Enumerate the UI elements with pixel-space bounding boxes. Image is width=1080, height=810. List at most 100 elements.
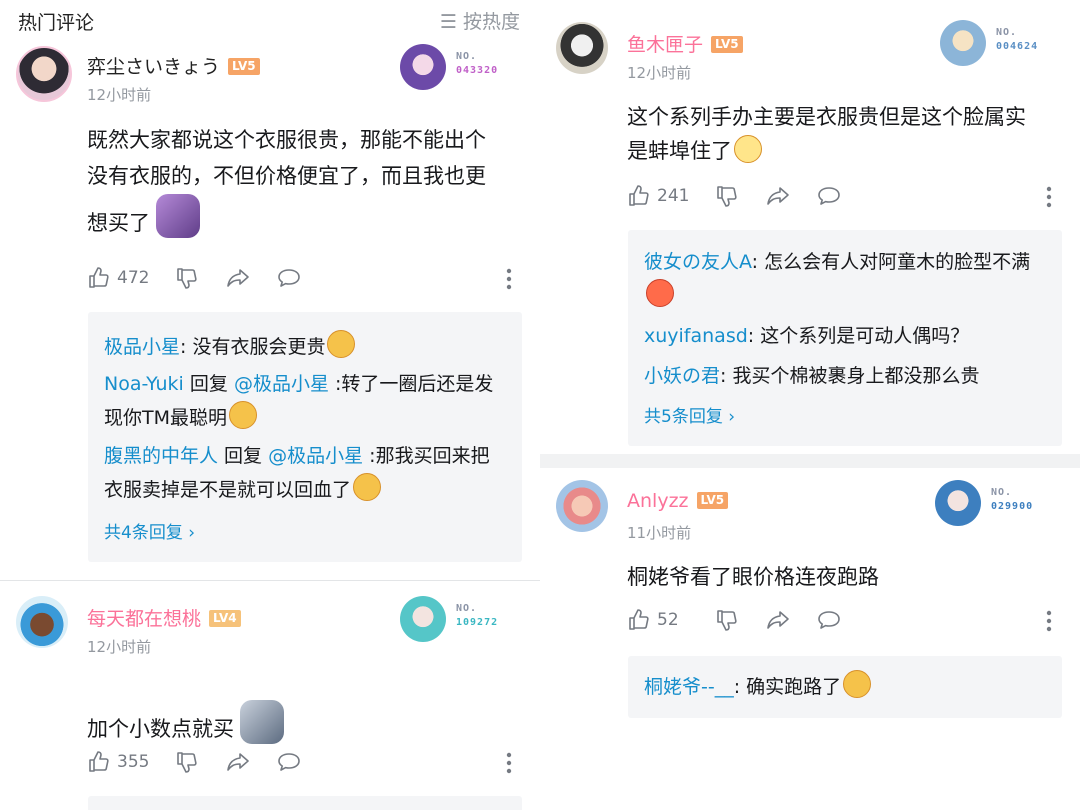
comment-actions: 241 bbox=[627, 184, 1060, 212]
share-icon bbox=[227, 753, 249, 771]
comment-actions: 355 bbox=[87, 750, 520, 778]
reply-username[interactable]: 小妖の君 bbox=[644, 365, 720, 387]
reply-item: 彼女の友人A: 怎么会有人对阿童木的脸型不满 bbox=[644, 246, 1048, 313]
dislike-button[interactable] bbox=[715, 184, 739, 208]
share-button[interactable] bbox=[225, 750, 251, 774]
section-gap bbox=[540, 454, 1080, 468]
fan-badge-number: 029900 bbox=[991, 501, 1034, 512]
comment-bubble-icon bbox=[278, 753, 300, 771]
reply-text: 确实跑路了 bbox=[746, 676, 842, 698]
user-avatar[interactable] bbox=[556, 480, 608, 532]
view-more-replies-link[interactable]: 共4条回复 › bbox=[104, 518, 195, 543]
comment-actions: 472 bbox=[87, 266, 520, 294]
username[interactable]: 每天都在想桃 LV4 bbox=[87, 604, 241, 631]
reply-section: 极品小星: 没有衣服会更贵 Noa-Yuki 回复 @极品小星 :转了一圈后还是… bbox=[88, 312, 522, 562]
thumb-up-icon bbox=[629, 185, 649, 206]
fan-badge[interactable]: NO. 109272 bbox=[400, 594, 530, 644]
view-more-replies-link[interactable]: 共5条回复 › bbox=[644, 402, 735, 427]
like-button[interactable]: 241 bbox=[627, 184, 689, 208]
reply-username[interactable]: xuyifanasd bbox=[644, 325, 748, 347]
reply-button[interactable] bbox=[276, 266, 302, 290]
like-button[interactable]: 355 bbox=[87, 750, 149, 774]
comment-time: 11小时前 bbox=[627, 524, 692, 542]
like-count: 472 bbox=[117, 268, 150, 288]
comment-time: 12小时前 bbox=[627, 64, 692, 82]
reply-text: 没有衣服会更贵 bbox=[192, 336, 326, 358]
like-button[interactable]: 52 bbox=[627, 608, 679, 632]
comment-bubble-icon bbox=[818, 187, 840, 205]
fan-badge-number: 109272 bbox=[456, 617, 499, 628]
more-options-button[interactable] bbox=[506, 268, 512, 295]
share-button[interactable] bbox=[765, 608, 791, 632]
sort-by-hot-button[interactable]: ☰ 按热度 bbox=[440, 7, 520, 34]
thumb-down-icon bbox=[717, 186, 737, 207]
share-button[interactable] bbox=[765, 184, 791, 208]
reply-text: 怎么会有人对阿童木的脸型不满 bbox=[764, 251, 1031, 273]
thumb-up-icon bbox=[89, 267, 109, 288]
doge-emoji-icon bbox=[327, 330, 356, 358]
more-vertical-icon bbox=[506, 268, 512, 290]
more-options-button[interactable] bbox=[1046, 610, 1052, 637]
reply-text: 这个系列是可动人偶吗？ bbox=[760, 325, 970, 347]
reply-item: 极品小星: 没有衣服会更贵 bbox=[104, 330, 508, 364]
share-button[interactable] bbox=[225, 266, 251, 290]
more-options-button[interactable] bbox=[1046, 186, 1052, 213]
thumb-up-icon bbox=[629, 609, 649, 630]
fan-badge-no: NO. bbox=[991, 487, 1013, 498]
more-options-button[interactable] bbox=[506, 752, 512, 779]
fan-badge-character-icon bbox=[400, 44, 446, 90]
user-avatar[interactable] bbox=[556, 22, 608, 74]
fan-badge[interactable]: NO. 029900 bbox=[935, 478, 1065, 528]
fan-badge-character-icon bbox=[400, 596, 446, 642]
reply-section bbox=[88, 796, 522, 810]
doge-emoji-icon bbox=[229, 401, 257, 429]
user-avatar[interactable] bbox=[16, 596, 68, 648]
more-vertical-icon bbox=[506, 752, 512, 774]
doge-emoji-icon bbox=[353, 473, 382, 501]
more-vertical-icon bbox=[1046, 610, 1052, 632]
reply-username[interactable]: 桐姥爷--__ bbox=[644, 676, 734, 698]
reply-text: 我买个棉被裹身上都没那么贵 bbox=[732, 365, 980, 387]
share-icon bbox=[767, 187, 789, 205]
fan-badge-no: NO. bbox=[456, 51, 478, 62]
like-count: 241 bbox=[657, 186, 690, 206]
reply-button[interactable] bbox=[276, 750, 302, 774]
username[interactable]: Anlyzz LV5 bbox=[627, 490, 729, 512]
sticker-icon bbox=[156, 194, 200, 238]
divider bbox=[0, 580, 540, 581]
reply-username[interactable]: 彼女の友人A bbox=[644, 251, 752, 273]
more-vertical-icon bbox=[1046, 186, 1052, 208]
doge-emoji-icon bbox=[843, 670, 872, 698]
username[interactable]: 弈尘さいきょう LV5 bbox=[87, 52, 260, 79]
reply-target[interactable]: @极品小星 bbox=[268, 445, 363, 467]
reply-username[interactable]: 腹黑的中年人 bbox=[104, 445, 218, 467]
reply-target[interactable]: @极品小星 bbox=[234, 373, 329, 395]
user-avatar[interactable] bbox=[16, 46, 72, 102]
comment-item: 弈尘さいきょう LV5 12小时前 NO. 043320 既然大家都说这个衣服很贵，… bbox=[0, 38, 540, 578]
like-count: 52 bbox=[657, 610, 679, 630]
comment-item: Anlyzz LV5 11小时前 NO. 029900 桐姥爷看了眼价格连夜跑路 5… bbox=[540, 468, 1080, 810]
reply-button[interactable] bbox=[816, 184, 842, 208]
like-button[interactable]: 472 bbox=[87, 266, 149, 290]
comments-header: 热门评论 ☰ 按热度 bbox=[0, 0, 540, 38]
fan-badge[interactable]: NO. 043320 bbox=[400, 42, 530, 92]
thumb-down-icon bbox=[717, 610, 737, 631]
reply-section: 彼女の友人A: 怎么会有人对阿童木的脸型不满 xuyifanasd: 这个系列是… bbox=[628, 230, 1062, 446]
fan-badge-number: 004624 bbox=[996, 41, 1039, 52]
fan-badge-number: 043320 bbox=[456, 65, 499, 76]
reply-button[interactable] bbox=[816, 608, 842, 632]
reply-username[interactable]: 极品小星 bbox=[104, 336, 180, 358]
level-badge: LV5 bbox=[711, 36, 743, 53]
dislike-button[interactable] bbox=[715, 608, 739, 632]
username[interactable]: 鱼木匣子 LV5 bbox=[627, 30, 743, 57]
thumb-down-icon bbox=[177, 752, 197, 773]
dislike-button[interactable] bbox=[175, 750, 199, 774]
level-badge: LV4 bbox=[209, 610, 241, 627]
reply-username[interactable]: Noa-Yuki bbox=[104, 373, 184, 395]
angry-face-emoji-icon bbox=[646, 279, 674, 307]
left-comment-panel: 热门评论 ☰ 按热度 弈尘さいきょう LV5 12小时前 NO. 043320 既然… bbox=[0, 0, 540, 810]
reply-item: 腹黑的中年人 回复 @极品小星 :那我买回来把衣服卖掉是不是就可以回血了 bbox=[104, 445, 490, 501]
reply-section: 桐姥爷--__: 确实跑路了 bbox=[628, 656, 1062, 718]
fan-badge[interactable]: NO. 004624 bbox=[940, 18, 1070, 68]
dislike-button[interactable] bbox=[175, 266, 199, 290]
